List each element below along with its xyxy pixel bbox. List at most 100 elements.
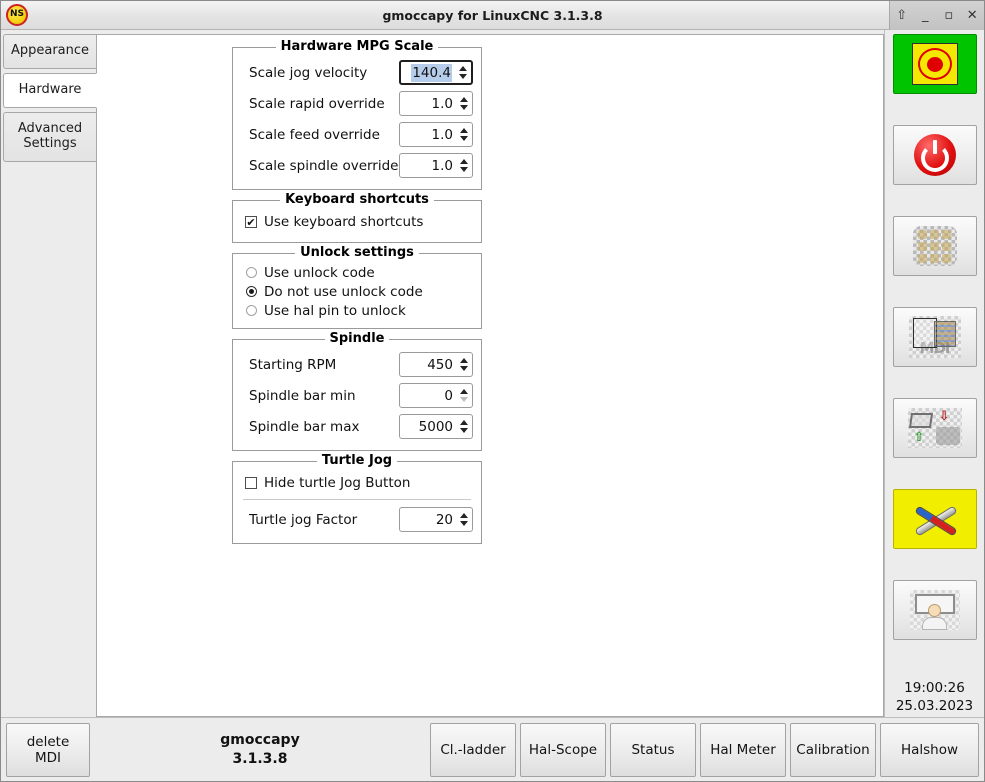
keypad-icon: [912, 226, 957, 266]
radio-row-use-unlock-code[interactable]: Use unlock code: [241, 263, 473, 282]
spinner-spindle-bar-min[interactable]: 0: [399, 383, 473, 408]
label-spindle-bar-min: Spindle bar min: [249, 387, 356, 404]
tab-appearance[interactable]: Appearance: [3, 34, 96, 69]
spinner-value-spindle-bar-min[interactable]: 0: [400, 384, 458, 407]
settings-column: Hardware MPG Scale Scale jog velocity 14…: [232, 39, 482, 554]
delete-mdi-button[interactable]: delete MDI: [6, 722, 90, 777]
spinner-spindle-bar-max[interactable]: 5000: [399, 414, 473, 439]
spinner-up-icon[interactable]: [460, 159, 468, 164]
turtle-jog-separator: [243, 499, 471, 500]
spinner-up-icon[interactable]: [460, 97, 468, 102]
close-icon[interactable]: ✕: [962, 6, 982, 26]
checkbox-row-hide-turtle-jog-button[interactable]: Hide turtle Jog Button: [241, 471, 473, 495]
spinner-value-scale-feed-override[interactable]: 1.0: [400, 123, 458, 146]
halshow-button[interactable]: Halshow: [880, 722, 979, 777]
right-sidebar: MDI ⇧ ⇩ 19:00:26 25.03.2023: [884, 30, 984, 717]
spinner-value-spindle-bar-max[interactable]: 5000: [400, 415, 458, 438]
label-scale-rapid-override: Scale rapid override: [249, 95, 385, 112]
checkbox-hide-turtle-jog-button[interactable]: [245, 477, 257, 489]
spinner-arrows[interactable]: [457, 62, 471, 83]
spinner-down-icon[interactable]: [460, 167, 468, 172]
user-tabs-button[interactable]: [892, 580, 977, 640]
settings-tab-strip: Appearance Hardware Advanced Settings: [1, 30, 97, 717]
machine-power-button[interactable]: [892, 125, 977, 185]
settings-button[interactable]: [892, 489, 977, 549]
spinner-arrows[interactable]: [458, 92, 472, 115]
version-number: 3.1.3.8: [232, 750, 288, 767]
app-logo-icon: NS: [6, 4, 28, 26]
radio-use-hal-pin-to-unlock[interactable]: [246, 305, 257, 316]
checkbox-row-use-keyboard-shortcuts[interactable]: ✔ Use keyboard shortcuts: [241, 210, 473, 234]
spinner-up-icon[interactable]: [459, 66, 467, 71]
version-info: gmoccapy 3.1.3.8: [95, 722, 425, 777]
estop-button[interactable]: [892, 34, 977, 94]
toolpath-screen: [908, 413, 933, 428]
spinner-down-icon[interactable]: [460, 105, 468, 110]
radio-row-use-hal-pin-to-unlock[interactable]: Use hal pin to unlock: [241, 301, 473, 320]
spinner-arrows[interactable]: [458, 384, 472, 407]
hardware-mpg-scale-frame: Hardware MPG Scale Scale jog velocity 14…: [232, 39, 482, 190]
spinner-up-icon[interactable]: [460, 420, 468, 425]
minimize-icon[interactable]: _: [915, 6, 935, 26]
radio-use-unlock-code[interactable]: [246, 267, 257, 278]
tab-advanced-settings[interactable]: Advanced Settings: [3, 111, 96, 162]
spinner-value-scale-spindle-override[interactable]: 1.0: [400, 154, 458, 177]
radio-row-do-not-use-unlock-code[interactable]: Do not use unlock code: [241, 282, 473, 301]
spinner-down-icon[interactable]: [459, 74, 467, 79]
spinner-up-icon[interactable]: [460, 513, 468, 518]
spinner-turtle-jog-factor[interactable]: 20: [399, 507, 473, 532]
spinner-up-icon[interactable]: [460, 389, 468, 394]
hardware-mpg-scale-box: Scale jog velocity 140.4 Scale rapid ove…: [232, 47, 482, 190]
user-folder-icon: [909, 590, 960, 630]
checkbox-use-keyboard-shortcuts[interactable]: ✔: [245, 216, 257, 228]
spinner-starting-rpm[interactable]: 450: [399, 352, 473, 377]
tab-strip-filler: [3, 165, 96, 717]
radio-do-not-use-unlock-code[interactable]: [246, 286, 257, 297]
label-hide-turtle-jog-button: Hide turtle Jog Button: [264, 475, 411, 491]
calibration-button[interactable]: Calibration: [790, 722, 876, 777]
label-use-hal-pin-to-unlock: Use hal pin to unlock: [264, 302, 406, 319]
hal-meter-button[interactable]: Hal Meter: [700, 722, 786, 777]
turtle-jog-frame: Turtle Jog Hide turtle Jog Button Turtle…: [232, 453, 482, 544]
hal-scope-button[interactable]: Hal-Scope: [520, 722, 606, 777]
spinner-down-icon[interactable]: [460, 521, 468, 526]
spinner-arrows[interactable]: [458, 415, 472, 438]
auto-mode-button[interactable]: ⇧ ⇩: [892, 398, 977, 458]
row-scale-feed-override: Scale feed override 1.0: [241, 119, 473, 150]
row-starting-rpm: Starting RPM 450: [241, 349, 473, 380]
spinner-up-icon[interactable]: [460, 128, 468, 133]
spinner-arrows[interactable]: [458, 154, 472, 177]
status-button[interactable]: Status: [610, 722, 696, 777]
tab-hardware[interactable]: Hardware: [3, 72, 97, 108]
spinner-scale-feed-override[interactable]: 1.0: [399, 122, 473, 147]
maximize-icon[interactable]: ▫: [939, 6, 959, 26]
cl-ladder-button[interactable]: Cl.-ladder: [430, 722, 516, 777]
spinner-arrows[interactable]: [458, 353, 472, 376]
row-scale-spindle-override: Scale spindle override 1.0: [241, 150, 473, 181]
spinner-value-turtle-jog-factor[interactable]: 20: [400, 508, 458, 531]
mdi-mode-button[interactable]: MDI: [892, 307, 977, 367]
spinner-up-icon[interactable]: [460, 358, 468, 363]
spinner-scale-jog-velocity[interactable]: 140.4: [399, 60, 473, 85]
spinner-arrows[interactable]: [458, 123, 472, 146]
mdi-icon: MDI: [908, 316, 961, 358]
spinner-value-starting-rpm[interactable]: 450: [400, 353, 458, 376]
mdi-sheet-front: [933, 321, 956, 347]
spinner-arrows[interactable]: [458, 508, 472, 531]
spinner-value-scale-jog-velocity[interactable]: 140.4: [401, 62, 457, 83]
spinner-scale-rapid-override[interactable]: 1.0: [399, 91, 473, 116]
bottom-button-bar: delete MDI gmoccapy 3.1.3.8 Cl.-ladder H…: [1, 717, 984, 781]
spinner-down-icon[interactable]: [460, 366, 468, 371]
spinner-value-text: 140.4: [411, 63, 452, 82]
spinner-value-scale-rapid-override[interactable]: 1.0: [400, 92, 458, 115]
spinner-scale-spindle-override[interactable]: 1.0: [399, 153, 473, 178]
manual-mode-button[interactable]: [892, 216, 977, 276]
user-head: [927, 604, 941, 617]
spinner-down-icon[interactable]: [460, 136, 468, 141]
keypad-grid: [918, 229, 951, 263]
spinner-down-icon[interactable]: [460, 428, 468, 433]
label-scale-feed-override: Scale feed override: [249, 126, 380, 143]
toolpath-machine: [935, 427, 960, 445]
row-scale-jog-velocity: Scale jog velocity 140.4: [241, 57, 473, 88]
rollup-icon[interactable]: ⇧: [892, 6, 912, 26]
